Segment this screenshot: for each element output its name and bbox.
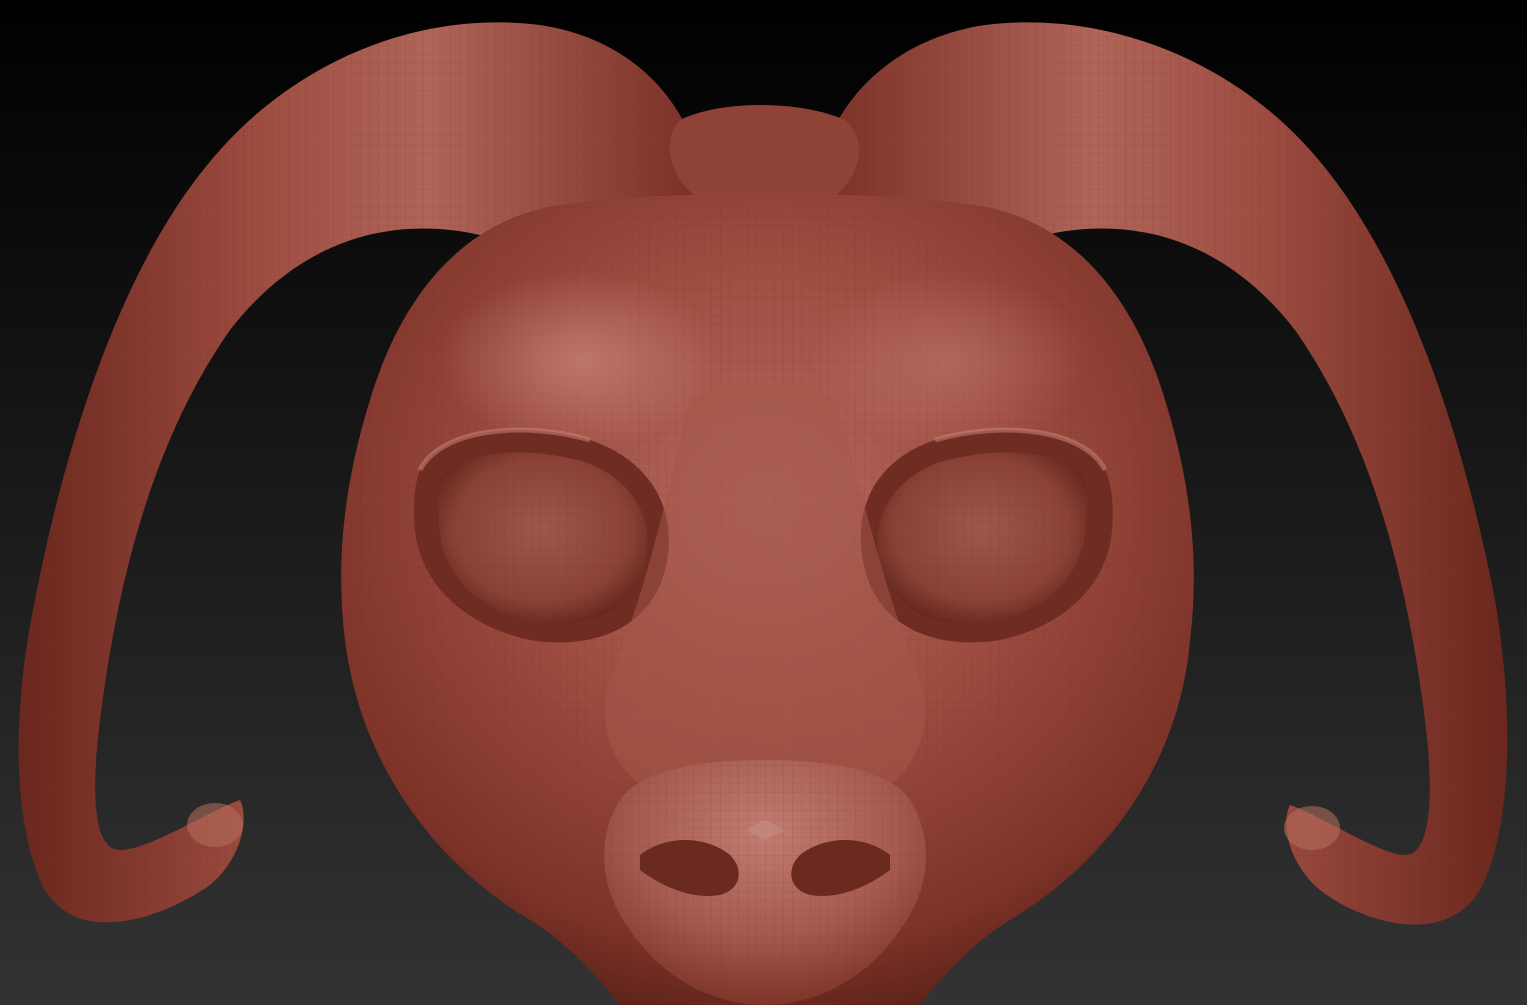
sculpt-model-canvas[interactable]	[0, 0, 1527, 1005]
3d-viewport[interactable]	[0, 0, 1527, 1005]
